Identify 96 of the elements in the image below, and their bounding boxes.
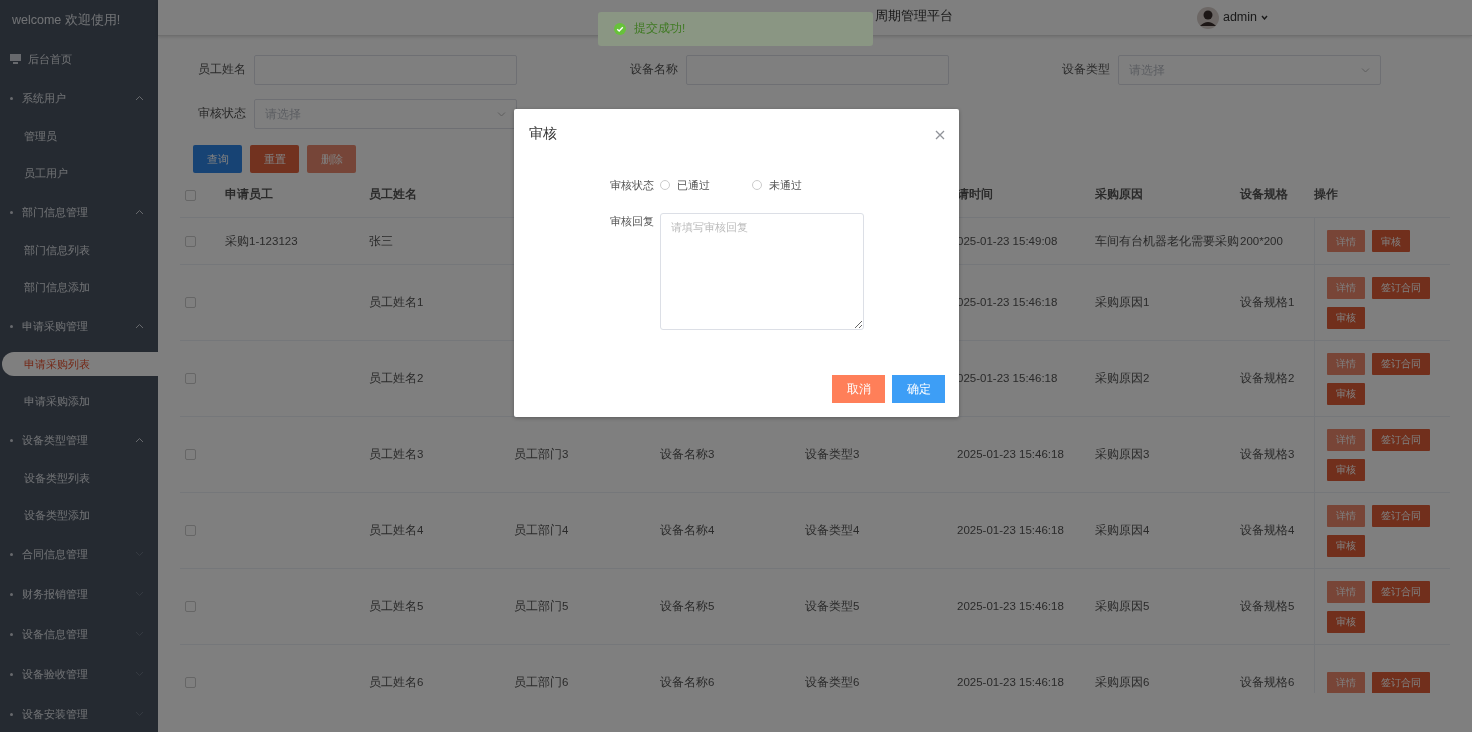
table-cell: 员工姓名6 [369,676,424,689]
table-cell: 员工姓名3 [369,448,424,461]
cancel-button[interactable]: 取消 [832,374,885,403]
chevron-down-icon [1361,67,1370,73]
column-header: 采购原因 [1095,188,1143,201]
table-cell: 025-01-23 15:46:18 [957,296,1058,309]
table-cell: 设备类型5 [805,600,860,613]
table-cell: 2025-01-23 15:46:18 [957,600,1064,613]
column-header: 申请员工 [225,188,273,201]
sidebar-item[interactable]: 设备类型列表 [2,460,158,497]
table-cell: 员工姓名5 [369,600,424,613]
field-label: 员工姓名 [198,62,246,78]
table-cell: 采购原因3 [1095,448,1150,461]
avatar-icon[interactable] [1196,6,1219,29]
chevron-up-icon [135,209,144,215]
monitor-icon [10,54,21,64]
checkbox[interactable] [185,189,196,201]
sidebar-item[interactable]: 申请采购列表 [2,352,158,376]
table-cell: 设备规格6 [1240,676,1295,689]
table-cell: 采购原因5 [1095,600,1150,613]
contract-button[interactable]: 签订合同 [1372,580,1430,603]
column-header: 员工姓名 [369,188,417,201]
column-header: 设备规格 [1240,188,1288,201]
audit-button[interactable]: 审核 [1327,382,1365,405]
check-circle-icon [614,23,626,35]
sidebar-group[interactable]: 系统用户 [0,78,158,118]
table-cell: 设备规格1 [1240,296,1295,309]
reply-textarea[interactable]: 请填写审核回复 [660,212,864,330]
chevron-up-icon [135,95,144,101]
table-cell: 设备规格3 [1240,448,1295,461]
table-cell: 员工部门3 [514,448,569,461]
table-cell: 员工姓名1 [369,296,424,309]
query-button[interactable]: 查询 [193,145,242,173]
table-cell: 2025-01-23 15:46:18 [957,448,1064,461]
table-cell: 025-01-23 15:46:18 [957,372,1058,385]
contract-button[interactable]: 签订合同 [1372,504,1430,527]
table-cell: 员工姓名4 [369,524,424,537]
toast-text: 提交成功! [634,21,686,37]
column-header: 操作 [1314,188,1338,201]
chevron-up-icon [135,323,144,329]
audit-button[interactable]: 审核 [1327,534,1365,557]
welcome-text: welcome 欢迎使用! [12,11,121,29]
radio-option[interactable]: 已通过 [660,177,710,194]
caret-icon [1261,15,1268,20]
audit-button[interactable]: 审核 [1327,458,1365,481]
checkbox[interactable] [185,601,196,612]
table-cell: 张三 [369,234,393,247]
audit-button[interactable]: 审核 [1327,306,1365,329]
table-cell: 采购原因6 [1095,676,1150,689]
header-title: 周期管理平台 [875,6,953,25]
chevron-down-icon [497,111,506,117]
table-cell: 采购原因1 [1095,296,1150,309]
user-menu[interactable]: admin [1222,8,1257,27]
reset-button[interactable]: 重置 [250,145,299,173]
table-cell: 员工姓名2 [369,372,424,385]
radio-option[interactable]: 未通过 [752,177,802,194]
table-cell: 设备类型4 [805,524,860,537]
contract-button[interactable]: 签订合同 [1372,276,1430,299]
sidebar-item[interactable]: 后台首页 [0,40,158,78]
checkbox[interactable] [185,297,196,308]
table-cell: 车间有台机器老化需要采购 [1095,234,1239,247]
checkbox[interactable] [185,235,196,247]
table-cell: 2025-01-23 15:46:18 [957,524,1064,537]
table-cell: 员工部门4 [514,524,569,537]
table-cell: 采购原因4 [1095,524,1150,537]
table-cell: 设备名称4 [660,524,715,537]
contract-button[interactable]: 签订合同 [1372,671,1430,693]
table-cell: 200*200 [1240,234,1283,247]
table-cell: 设备类型3 [805,448,860,461]
field-label: 设备类型 [1062,62,1110,78]
checkbox[interactable] [185,525,196,536]
checkbox[interactable] [185,677,196,688]
checkbox[interactable] [185,449,196,460]
contract-button[interactable]: 签订合同 [1372,428,1430,451]
table-cell: 025-01-23 15:49:08 [957,234,1058,247]
table-cell: 设备类型6 [805,676,860,689]
field-label: 审核状态 [198,106,246,122]
contract-button[interactable]: 签订合同 [1372,352,1430,375]
chevron-up-icon [135,437,144,443]
table-cell: 设备名称3 [660,448,715,461]
table-cell: 设备规格2 [1240,372,1295,385]
confirm-button[interactable]: 确定 [892,374,945,403]
table-cell: 设备规格4 [1240,524,1295,537]
audit-button[interactable]: 审核 [1327,610,1365,633]
table-cell: 采购原因2 [1095,372,1150,385]
table-cell: 2025-01-23 15:46:18 [957,676,1064,689]
table-cell: 员工部门6 [514,676,569,689]
checkbox[interactable] [185,373,196,384]
dialog-title: 审核 [529,124,557,143]
field-label: 设备名称 [630,62,678,78]
table-cell: 设备规格5 [1240,600,1295,613]
audit-button[interactable]: 审核 [1372,230,1410,252]
table-cell: 员工部门5 [514,600,569,613]
table-cell: 设备名称5 [660,600,715,613]
table-cell: 采购1-123123 [225,234,298,247]
table-cell: 设备名称6 [660,676,715,689]
